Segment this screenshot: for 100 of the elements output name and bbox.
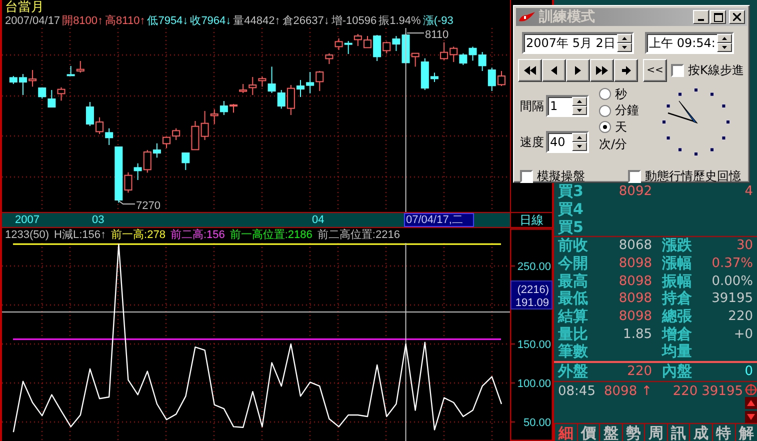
stat-value: 8098 xyxy=(618,291,652,306)
stat-label: 最高 xyxy=(558,272,589,290)
rewind-button[interactable] xyxy=(518,59,542,82)
window-title: 訓練模式 xyxy=(539,8,595,26)
play-button[interactable] xyxy=(566,59,590,82)
spin-up-button[interactable] xyxy=(717,34,732,43)
spin-down-button[interactable] xyxy=(572,142,587,151)
minimize-button[interactable] xyxy=(693,10,709,24)
app-icon xyxy=(518,12,536,22)
date-field[interactable]: 2007年 5月 2日 xyxy=(522,32,634,54)
interval-field[interactable]: 1 xyxy=(546,95,589,117)
price-label: 7270 xyxy=(136,200,160,212)
candlestick xyxy=(57,86,66,102)
up-triangle-icon xyxy=(722,37,727,40)
indicator-value: 前一高:278 xyxy=(111,229,166,242)
stat-label: 前收 xyxy=(558,236,589,256)
candlestick xyxy=(66,66,75,76)
double-right-triangle-icon xyxy=(596,66,608,75)
candlestick xyxy=(28,70,37,88)
close-icon xyxy=(733,13,741,21)
checkbox-label: 按K線步進 xyxy=(688,62,744,79)
candlestick xyxy=(478,52,486,72)
quote-field: 增-10596 xyxy=(331,14,377,28)
panel-tab[interactable]: 解 xyxy=(734,424,757,441)
scroll-down-button[interactable] xyxy=(745,410,757,423)
step-back-button[interactable] xyxy=(542,59,566,82)
next-button[interactable] xyxy=(614,59,638,82)
stat-value: 0 xyxy=(744,364,753,380)
scroll-up-button[interactable] xyxy=(745,397,757,409)
leader-line xyxy=(406,32,424,34)
double-left-triangle-icon xyxy=(524,66,536,75)
time-field[interactable]: 上午 09:54: xyxy=(645,32,734,54)
stat-label: 內盤 xyxy=(662,362,693,382)
stat-value: 0.00% xyxy=(712,274,753,289)
spin-down-button[interactable] xyxy=(617,43,632,52)
spin-up-button[interactable] xyxy=(572,133,587,142)
axis-label: 150.00 xyxy=(517,339,551,351)
clock-drawing xyxy=(660,86,732,158)
spin-up-button[interactable] xyxy=(572,97,587,106)
checkbox[interactable] xyxy=(628,170,641,183)
indicator-value: 前二高:156 xyxy=(170,229,225,242)
candlestick xyxy=(364,36,372,48)
indicator-value: 前一高位置:2186 xyxy=(230,229,312,242)
quote-field: 開8100↑ xyxy=(62,14,104,28)
leader-line xyxy=(118,200,136,204)
quote-field: 低7954↓ xyxy=(147,14,188,28)
field-label: 間隔 xyxy=(520,98,544,114)
fast-forward-button[interactable] xyxy=(590,59,614,82)
radio-button[interactable] xyxy=(599,88,611,100)
candlestick xyxy=(48,90,56,108)
crosshair-icon[interactable] xyxy=(745,384,757,396)
stat-value: 30 xyxy=(736,238,753,254)
quote-field: 倉26637↓ xyxy=(282,14,330,28)
candlestick xyxy=(220,100,228,116)
cursor-readout-box xyxy=(510,280,552,310)
stat-label: 今開 xyxy=(558,254,589,273)
radio-button[interactable] xyxy=(599,104,611,117)
tick-price: 8098 ↑ xyxy=(604,384,654,399)
spin-down-button[interactable] xyxy=(717,43,732,52)
candlestick xyxy=(316,70,324,92)
bid-label: 買3 xyxy=(558,182,584,200)
up-triangle-icon xyxy=(577,136,582,139)
quote-field: 量44842↑ xyxy=(233,14,280,28)
radio-label: 秒 xyxy=(615,86,627,103)
candlestick xyxy=(440,42,448,60)
bid-price: 8092 xyxy=(618,184,652,198)
chart-title: 台當月 xyxy=(5,0,44,14)
axis-label: 100.00 xyxy=(517,378,551,390)
stat-value: 220 xyxy=(728,309,753,324)
price-label: 8110 xyxy=(425,29,449,41)
checkbox[interactable] xyxy=(671,64,684,77)
speed-unit-label: 次/分 xyxy=(599,136,628,152)
candlestick xyxy=(96,116,104,134)
quote-field: 收7964↓ xyxy=(190,14,232,28)
checkbox[interactable] xyxy=(520,170,533,183)
stat-value: 8098 xyxy=(618,309,652,324)
back-button[interactable]: << xyxy=(643,59,667,82)
up-triangle-icon xyxy=(747,400,755,406)
quote-field: 2007/04/17 xyxy=(5,14,60,28)
candlestick xyxy=(450,46,458,62)
tick-open-interest: 39195 xyxy=(702,384,744,399)
close-button[interactable] xyxy=(729,10,745,24)
up-triangle-icon xyxy=(577,100,582,103)
period-label: 日線 xyxy=(510,212,553,228)
candlestick xyxy=(344,40,352,54)
stat-label: 漲跌 xyxy=(662,236,693,256)
maximize-button[interactable] xyxy=(710,10,726,24)
stat-value: 1.85 xyxy=(623,326,652,342)
bid-volume: 4 xyxy=(744,184,753,198)
stat-label: 振幅 xyxy=(662,272,693,290)
date-label: 03 xyxy=(92,214,104,227)
quote-field: 振1.94% xyxy=(378,14,421,28)
radio-button[interactable] xyxy=(599,121,611,134)
speed-field[interactable]: 40 xyxy=(546,131,589,153)
spin-down-button[interactable] xyxy=(572,106,587,115)
quote-field: 高8110↑ xyxy=(105,14,146,28)
bid-label: 買4 xyxy=(558,200,584,218)
up-triangle-icon xyxy=(622,37,627,40)
spin-up-button[interactable] xyxy=(617,34,632,43)
stat-value: 220 xyxy=(627,364,652,380)
